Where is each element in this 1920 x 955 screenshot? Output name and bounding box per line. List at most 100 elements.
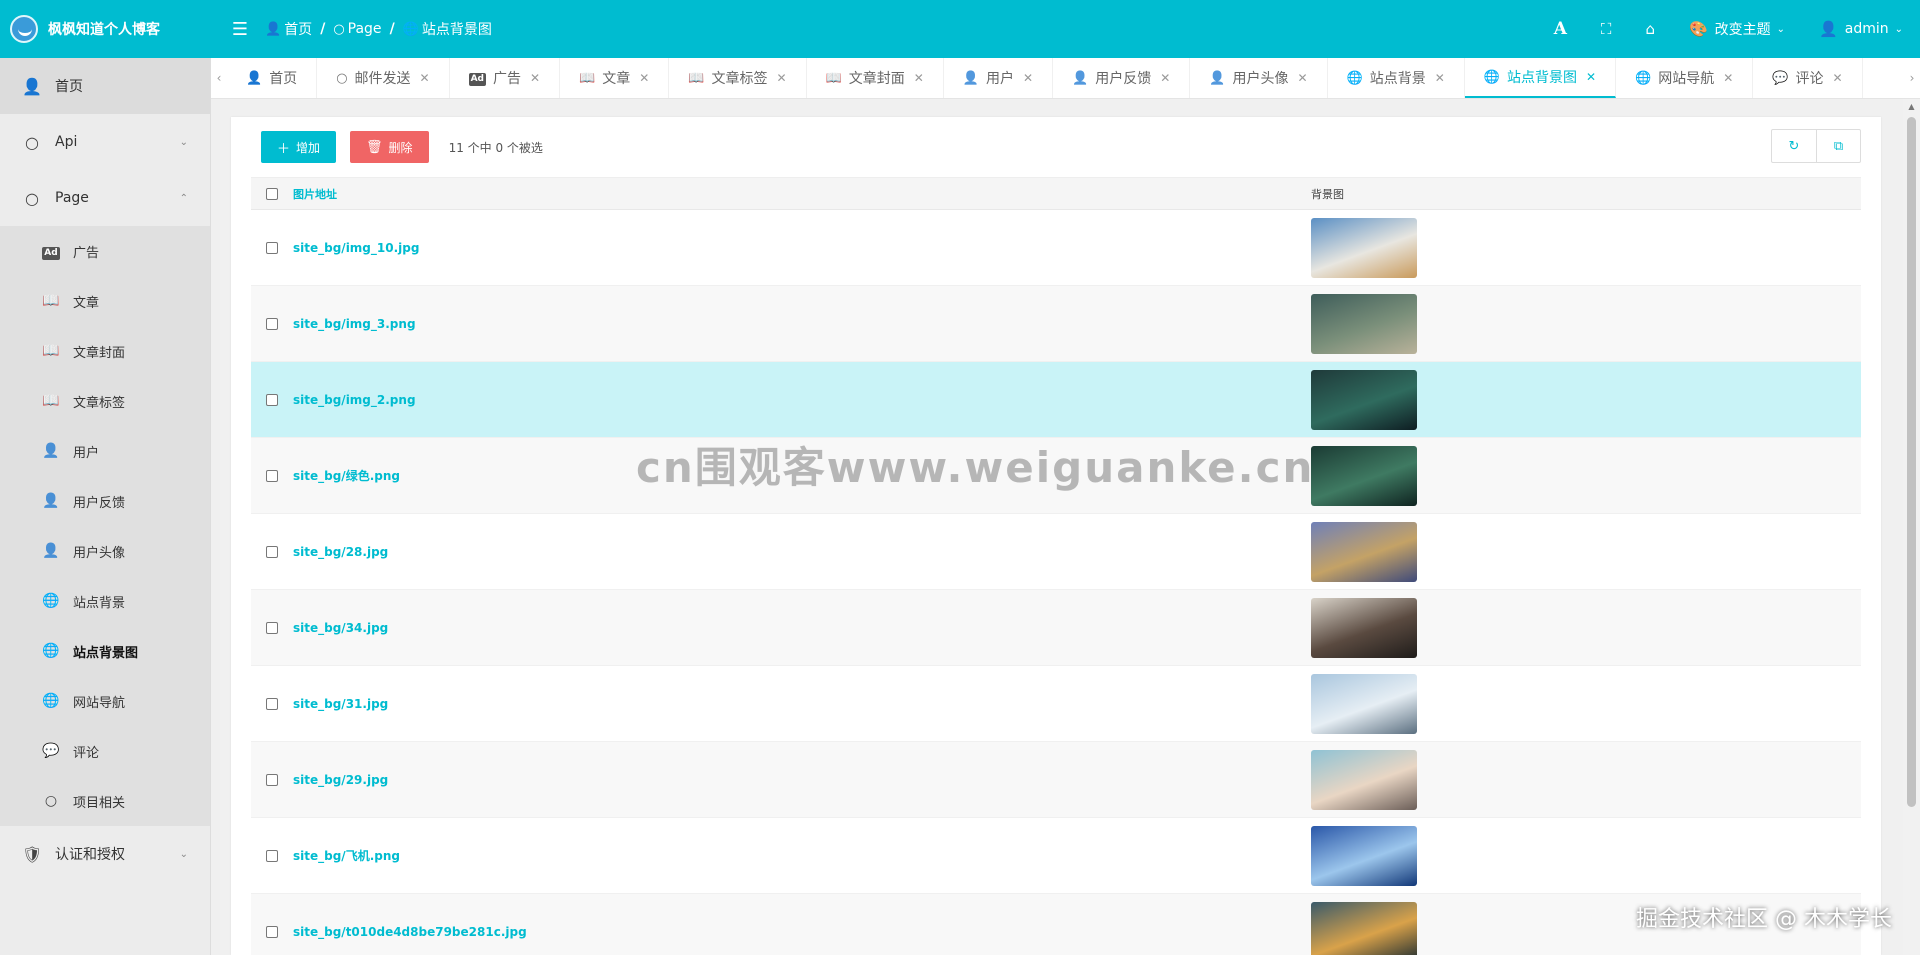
table-row[interactable]: site_bg/28.jpg: [251, 514, 1861, 590]
background-thumbnail[interactable]: [1311, 369, 1417, 430]
user-dropdown[interactable]: 👤 admin ⌄: [1802, 0, 1920, 58]
app-logo[interactable]: 枫枫知道个人博客: [0, 0, 211, 58]
tab-item[interactable]: 💬 评论 ✕: [1753, 58, 1863, 98]
row-checkbox[interactable]: [251, 469, 293, 482]
image-path-link[interactable]: site_bg/飞机.png: [293, 847, 1311, 864]
sidebar-subitem[interactable]: 👤 用户: [0, 426, 210, 476]
close-icon[interactable]: ✕: [530, 71, 540, 85]
sidebar-subitem[interactable]: 👤 用户头像: [0, 526, 210, 576]
image-path-link[interactable]: site_bg/31.jpg: [293, 697, 1311, 711]
breadcrumb-page[interactable]: ○ Page: [333, 21, 381, 37]
row-checkbox[interactable]: [251, 545, 293, 558]
row-checkbox[interactable]: [251, 393, 293, 406]
tab-item[interactable]: 👤 用户 ✕: [944, 58, 1054, 98]
background-thumbnail[interactable]: [1311, 217, 1417, 278]
tab-item[interactable]: 👤 用户反馈 ✕: [1053, 58, 1191, 98]
home-button[interactable]: ⌂: [1628, 0, 1672, 58]
sidebar-subitem[interactable]: 👤 用户反馈: [0, 476, 210, 526]
delete-button[interactable]: 🗑 删除: [350, 131, 429, 163]
sidebar-subitem[interactable]: 📖 文章: [0, 276, 210, 326]
table-row[interactable]: site_bg/img_3.png: [251, 286, 1861, 362]
close-icon[interactable]: ✕: [639, 71, 649, 85]
add-button[interactable]: ＋ 增加: [261, 131, 337, 163]
tab-scroll-right-icon[interactable]: ›: [1904, 58, 1920, 98]
background-thumbnail[interactable]: [1311, 825, 1417, 886]
row-checkbox[interactable]: [251, 697, 293, 710]
image-path-link[interactable]: site_bg/34.jpg: [293, 621, 1311, 635]
tab-item[interactable]: 🌐 站点背景图 ✕: [1464, 58, 1617, 98]
tab-item[interactable]: ○ 邮件发送 ✕: [317, 58, 450, 98]
table-row[interactable]: site_bg/飞机.png: [251, 818, 1861, 894]
menu-toggle-icon[interactable]: ☰: [215, 0, 265, 58]
column-header-path[interactable]: 图片地址: [293, 186, 1311, 202]
tab-item[interactable]: 🌐 网站导航 ✕: [1616, 58, 1754, 98]
table-row[interactable]: site_bg/31.jpg: [251, 666, 1861, 742]
background-thumbnail[interactable]: [1311, 521, 1417, 582]
close-icon[interactable]: ✕: [1023, 71, 1033, 85]
row-checkbox[interactable]: [251, 773, 293, 786]
image-path-link[interactable]: site_bg/29.jpg: [293, 773, 1311, 787]
tab-item[interactable]: 📖 文章 ✕: [560, 58, 670, 98]
sidebar-subitem[interactable]: 💬 评论: [0, 726, 210, 776]
scroll-up-icon[interactable]: ▲: [1903, 99, 1920, 115]
sidebar-item-home[interactable]: 👤 首页: [0, 58, 210, 114]
close-icon[interactable]: ✕: [1723, 71, 1733, 85]
tab-item[interactable]: 🌐 站点背景 ✕: [1328, 58, 1465, 98]
background-thumbnail[interactable]: [1311, 293, 1417, 354]
image-path-link[interactable]: site_bg/img_2.png: [293, 393, 1311, 407]
sidebar-subitem[interactable]: 🌐 网站导航: [0, 676, 210, 726]
font-size-button[interactable]: A: [1537, 0, 1584, 58]
tab-item[interactable]: 👤 用户头像 ✕: [1190, 58, 1328, 98]
page-scrollbar[interactable]: ▲: [1903, 99, 1920, 955]
table-row[interactable]: site_bg/img_2.png: [251, 362, 1861, 438]
close-icon[interactable]: ✕: [1586, 70, 1596, 84]
image-path-link[interactable]: site_bg/t010de4d8be79be281c.jpg: [293, 925, 1311, 939]
sidebar-item-api[interactable]: ○ Api ⌄: [0, 114, 210, 170]
scrollbar-thumb[interactable]: [1907, 117, 1916, 807]
sidebar-item-auth[interactable]: 🛡 认证和授权 ⌄: [0, 826, 210, 882]
background-thumbnail[interactable]: [1311, 597, 1417, 658]
background-thumbnail[interactable]: [1311, 445, 1417, 506]
theme-dropdown[interactable]: 🎨 改变主题 ⌄: [1672, 0, 1802, 58]
table-row[interactable]: site_bg/29.jpg: [251, 742, 1861, 818]
tab-list: 👤 首页 ○ 邮件发送 ✕ Ad 广告 ✕ 📖 文章 ✕ 📖 文章标签 ✕ 📖 文章封面 ✕ 👤 用户 ✕ 👤 用户反馈 ✕…: [227, 58, 1904, 98]
refresh-button[interactable]: ↻: [1772, 130, 1816, 162]
select-all-checkbox[interactable]: [251, 187, 293, 200]
image-path-link[interactable]: site_bg/28.jpg: [293, 545, 1311, 559]
background-thumbnail[interactable]: [1311, 673, 1417, 734]
sidebar-subitem[interactable]: 🌐 站点背景: [0, 576, 210, 626]
sidebar-item-page[interactable]: ○ Page ⌃: [0, 170, 210, 226]
row-checkbox[interactable]: [251, 925, 293, 938]
tab-item[interactable]: 📖 文章封面 ✕: [807, 58, 944, 98]
sidebar-subitem[interactable]: 📖 文章封面: [0, 326, 210, 376]
sidebar-subitem[interactable]: ○ 项目相关: [0, 776, 210, 826]
tab-scroll-left-icon[interactable]: ‹: [211, 58, 227, 98]
image-path-link[interactable]: site_bg/img_10.jpg: [293, 241, 1311, 255]
breadcrumb-home[interactable]: 👤 首页: [265, 19, 312, 39]
row-checkbox[interactable]: [251, 317, 293, 330]
table-row[interactable]: site_bg/t010de4d8be79be281c.jpg: [251, 894, 1861, 955]
background-thumbnail[interactable]: [1311, 901, 1417, 955]
table-row[interactable]: site_bg/34.jpg: [251, 590, 1861, 666]
tab-item[interactable]: 📖 文章标签 ✕: [669, 58, 807, 98]
table-row[interactable]: site_bg/img_10.jpg: [251, 210, 1861, 286]
sidebar-subitem[interactable]: 🌐 站点背景图: [0, 626, 210, 676]
background-thumbnail[interactable]: [1311, 749, 1417, 810]
row-checkbox[interactable]: [251, 621, 293, 634]
close-icon[interactable]: ✕: [1435, 71, 1445, 85]
sidebar-subitem[interactable]: 📖 文章标签: [0, 376, 210, 426]
close-icon[interactable]: ✕: [420, 71, 430, 85]
close-icon[interactable]: ✕: [1160, 71, 1170, 85]
fullscreen-button[interactable]: ⛶: [1584, 0, 1629, 58]
close-icon[interactable]: ✕: [1298, 71, 1308, 85]
row-checkbox[interactable]: [251, 849, 293, 862]
close-icon[interactable]: ✕: [777, 71, 787, 85]
image-path-link[interactable]: site_bg/img_3.png: [293, 317, 1311, 331]
close-icon[interactable]: ✕: [1833, 71, 1843, 85]
sidebar-subitem[interactable]: Ad 广告: [0, 226, 210, 276]
row-checkbox[interactable]: [251, 241, 293, 254]
tab-item[interactable]: Ad 广告 ✕: [450, 58, 561, 98]
close-icon[interactable]: ✕: [914, 71, 924, 85]
tab-item[interactable]: 👤 首页: [227, 58, 318, 98]
export-button[interactable]: ⧉: [1816, 130, 1860, 162]
